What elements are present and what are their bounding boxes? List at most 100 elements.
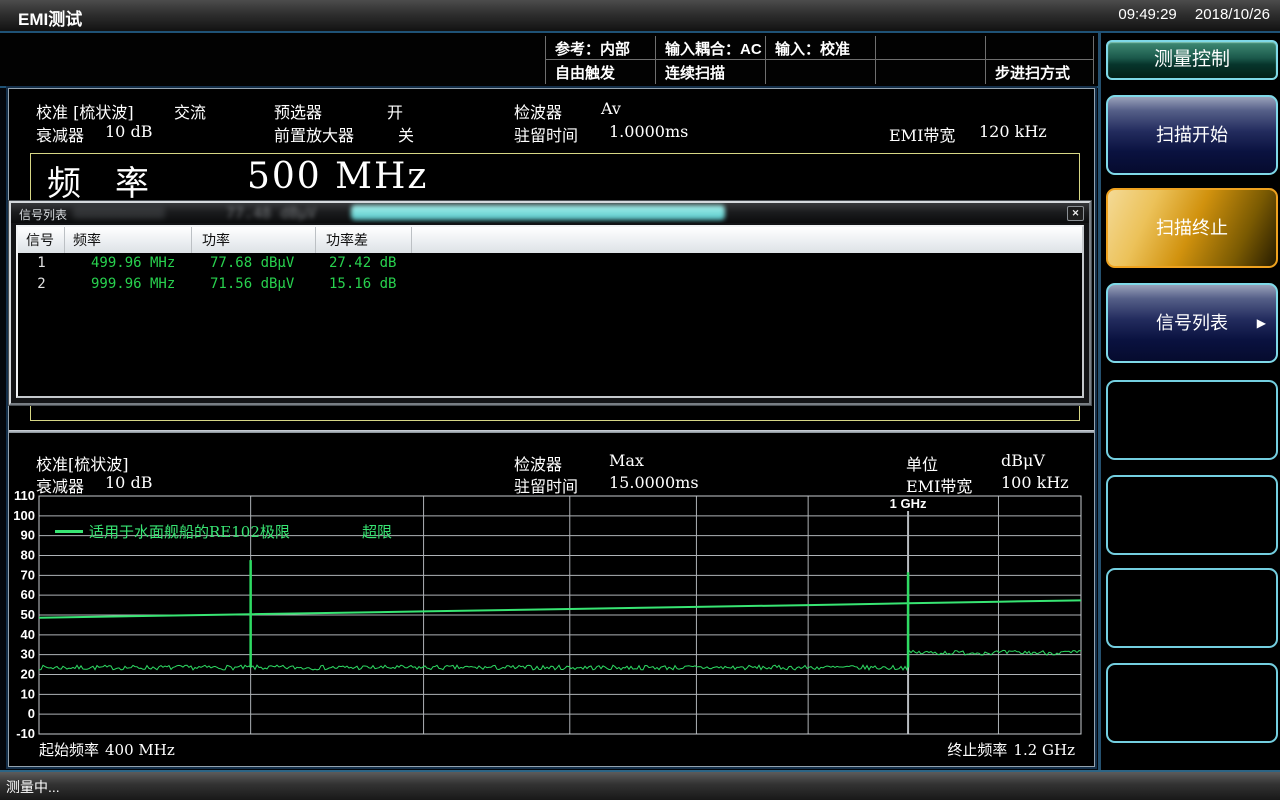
frequency-label: 频 率 [47, 156, 149, 205]
clock-date: 2018/10/26 [1195, 6, 1270, 23]
svg-text:80: 80 [21, 548, 35, 563]
svg-text:10: 10 [21, 686, 35, 701]
softkey-button-5 [1106, 475, 1278, 555]
upper-attenuator-label: 衰减器 [36, 122, 84, 146]
upper-detector-label: 检波器 [514, 99, 562, 123]
signal-column-header: 频率 [65, 227, 192, 253]
signal-cell: 71.56 dBμV [192, 274, 316, 295]
emi-test-app: EMI测试 09:49:29 2018/10/26 参考：内部输入耦合：AC输入… [0, 0, 1280, 800]
preselector-label: 预选器 [274, 99, 322, 123]
signal-cell: 499.96 MHz [65, 253, 192, 274]
start-frequency-readout: 起始频率 400 MHz [39, 739, 181, 760]
signal-table-body: 1499.96 MHz77.68 dBμV27.42 dB2999.96 MHz… [18, 253, 1082, 295]
stop-frequency-value: 1.2 GHz [1013, 741, 1075, 759]
status-cell: 连续扫描 [655, 60, 765, 84]
status-table: 参考：内部输入耦合：AC输入：校准自由触发连续扫描 步进扫方式 [545, 36, 1094, 84]
lower-calibration: 校准[梳状波] [36, 451, 129, 475]
upper-attenuator-value: 10 dB [105, 122, 152, 141]
legend-limit-label: 适用于水面舰船的RE102极限 [89, 521, 290, 542]
status-band: 参考：内部输入耦合：AC输入：校准自由触发连续扫描 步进扫方式 [0, 33, 1280, 88]
lower-detector-value: Max [609, 451, 644, 470]
signal-cell: 77.68 dBμV [192, 253, 316, 274]
signal-list-content: 信号频率功率功率差 1499.96 MHz77.68 dBμV27.42 dB2… [16, 225, 1084, 398]
panel-divider [9, 430, 1094, 433]
signal-column-header: 功率 [192, 227, 316, 253]
status-message: 测量中... [6, 777, 60, 797]
start-frequency-value: 400 MHz [105, 741, 175, 759]
upper-calibration: 校准 [梳状波] [36, 99, 134, 123]
svg-text:110: 110 [14, 489, 35, 503]
legend-overlimit-label: 超限 [362, 521, 392, 542]
status-cell: 输入：校准 [765, 36, 875, 60]
app-title: EMI测试 [18, 5, 82, 30]
frequency-value: 500 MHz [247, 156, 428, 197]
signal-row[interactable]: 1499.96 MHz77.68 dBμV27.42 dB [18, 253, 1082, 274]
blurred-level-readout: 77.48 dBμV [226, 204, 316, 222]
softkey-button-4 [1106, 380, 1278, 460]
status-cell [875, 36, 985, 60]
softkey-button-2[interactable]: 扫描终止 [1106, 188, 1278, 268]
svg-text:0: 0 [28, 706, 35, 721]
clock-time: 09:49:29 [1118, 6, 1176, 23]
softkey-panel: 测量控制 扫描开始扫描终止信号列表▶ [1098, 33, 1280, 770]
preselector-value: 开 [387, 99, 403, 123]
stop-frequency-label: 终止频率 [947, 741, 1007, 759]
upper-detector-value: Av [601, 99, 621, 118]
sweep-progress-ghost-bar [351, 205, 725, 220]
preamp-value: 关 [398, 122, 414, 146]
signal-list-titlebar[interactable]: 信号列表 77.48 dBμV ✕ [11, 203, 1089, 223]
status-cell: 输入耦合：AC [655, 36, 765, 60]
signal-list-window: 信号列表 77.48 dBμV ✕ 信号频率功率功率差 1499.96 MHz7… [9, 201, 1091, 405]
upper-dwell-value: 1.0000ms [609, 122, 688, 141]
svg-text:60: 60 [21, 587, 35, 602]
signal-row[interactable]: 2999.96 MHz71.56 dBμV15.16 dB [18, 274, 1082, 295]
start-frequency-label: 起始频率 [39, 741, 99, 759]
svg-text:40: 40 [21, 627, 35, 642]
stop-frequency-readout: 终止频率 1.2 GHz [947, 739, 1081, 760]
submenu-arrow-icon: ▶ [1257, 285, 1266, 361]
softkey-button-3[interactable]: 信号列表▶ [1106, 283, 1278, 363]
limit-line-swatch [55, 530, 83, 533]
status-bar: 测量中... [0, 770, 1280, 800]
status-cell: 参考：内部 [545, 36, 655, 60]
softkey-button-1[interactable]: 扫描开始 [1106, 95, 1278, 175]
signal-list-title: 信号列表 [19, 206, 67, 223]
signal-cell: 2 [18, 274, 65, 295]
svg-text:30: 30 [21, 647, 35, 662]
lower-detector-label: 检波器 [514, 451, 562, 475]
softkey-group-header[interactable]: 测量控制 [1106, 40, 1278, 80]
preamp-label: 前置放大器 [274, 122, 354, 146]
signal-cell: 1 [18, 253, 65, 274]
svg-text:100: 100 [13, 508, 35, 523]
upper-emi-bw-label: EMI带宽 [889, 122, 955, 146]
unit-value: dBμV [1001, 451, 1045, 470]
svg-text:70: 70 [21, 567, 35, 582]
status-cell [875, 60, 985, 84]
status-cell [985, 36, 1093, 60]
upper-coupling: 交流 [174, 99, 206, 123]
unit-label: 单位 [906, 451, 938, 475]
signal-cell: 27.42 dB [316, 253, 412, 274]
svg-text:1 GHz: 1 GHz [890, 496, 927, 511]
svg-text:-10: -10 [16, 726, 35, 741]
close-icon[interactable]: ✕ [1067, 206, 1084, 221]
upper-emi-bw-value: 120 kHz [979, 122, 1047, 141]
signal-column-header: 信号 [18, 227, 65, 253]
svg-text:20: 20 [21, 667, 35, 682]
svg-text:50: 50 [21, 607, 35, 622]
signal-column-header: 功率差 [316, 227, 412, 253]
status-cell: 步进扫方式 [985, 60, 1093, 84]
status-cell [765, 60, 875, 84]
softkey-button-6 [1106, 568, 1278, 648]
blurred-background-blob [73, 207, 165, 219]
softkey-button-7 [1106, 663, 1278, 743]
upper-dwell-label: 驻留时间 [514, 122, 578, 146]
signal-table-header: 信号频率功率功率差 [18, 227, 1082, 253]
main-display: 校准 [梳状波] 交流 预选器 开 检波器 Av 衰减器 10 dB 前置放大器… [8, 88, 1095, 767]
window-titlebar: EMI测试 09:49:29 2018/10/26 [0, 0, 1280, 33]
signal-cell: 999.96 MHz [65, 274, 192, 295]
clock: 09:49:29 2018/10/26 [1104, 6, 1270, 23]
signal-cell: 15.16 dB [316, 274, 412, 295]
svg-text:90: 90 [21, 528, 35, 543]
status-cell: 自由触发 [545, 60, 655, 84]
